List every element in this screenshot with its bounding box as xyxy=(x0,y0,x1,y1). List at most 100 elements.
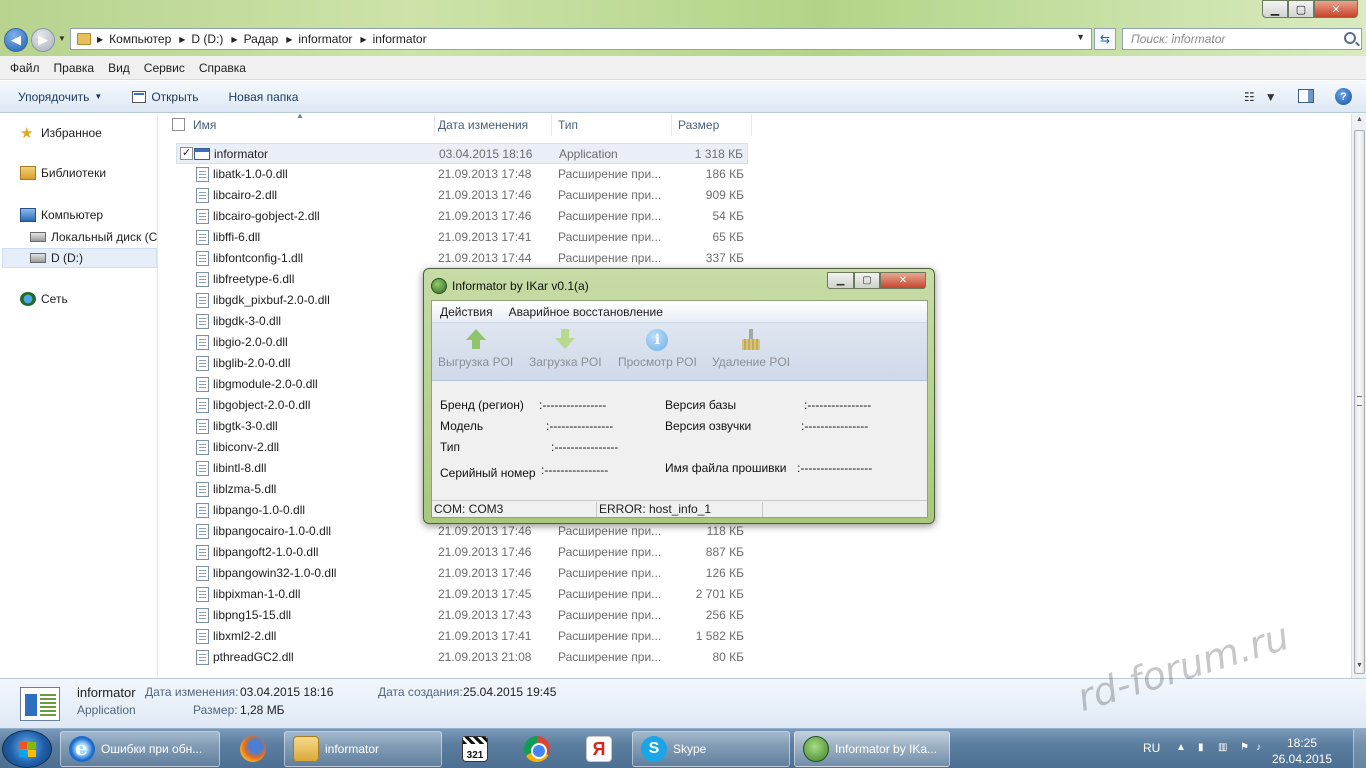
serial-value: :---------------- xyxy=(541,463,609,477)
file-date: 21.09.2013 17:46 xyxy=(438,545,532,559)
nav-computer[interactable]: Компьютер xyxy=(20,208,103,222)
file-row[interactable]: libpng15-15.dll 21.09.2013 17:43 Расширени… xyxy=(176,605,748,626)
taskbar-item-skype[interactable]: S Skype xyxy=(632,731,790,767)
taskbar-item-ie[interactable]: Ошибки при обн... xyxy=(60,731,220,767)
menu-tools[interactable]: Сервис xyxy=(144,61,185,75)
tray-expand-icon[interactable]: ▲ xyxy=(1176,742,1188,754)
forward-button[interactable]: ▶ xyxy=(31,28,55,52)
dialog-close-button[interactable]: ✕ xyxy=(880,272,926,289)
network-tray-icon[interactable]: ▥ xyxy=(1218,742,1230,754)
column-size[interactable]: Размер xyxy=(672,114,752,136)
taskbar-item-explorer[interactable]: informator xyxy=(284,731,442,767)
nav-label: Локальный диск (C xyxy=(51,230,158,244)
start-button[interactable] xyxy=(2,730,52,768)
back-button[interactable]: ◀ xyxy=(4,28,28,52)
vertical-scrollbar[interactable]: ▲ ▼ xyxy=(1351,114,1366,678)
delete-poi-button[interactable]: Удаление POI xyxy=(712,329,790,369)
view-poi-button[interactable]: i Просмотр POI xyxy=(618,329,697,369)
nav-network[interactable]: Сеть xyxy=(20,292,68,306)
column-label: Дата изменения xyxy=(438,118,529,132)
nav-d-drive[interactable]: D (D:) xyxy=(30,251,83,265)
minimize-button[interactable]: ▁ xyxy=(1262,0,1288,18)
file-name: libgdk_pixbuf-2.0-0.dll xyxy=(213,293,330,307)
file-row[interactable]: libffi-6.dll 21.09.2013 17:41 Расширение п… xyxy=(176,227,748,248)
file-row[interactable]: libxml2-2.dll 21.09.2013 17:41 Расширение … xyxy=(176,626,748,647)
file-row[interactable]: libpangocairo-1.0-0.dll 21.09.2013 17:46 Р… xyxy=(176,521,748,542)
scroll-down-icon[interactable]: ▼ xyxy=(1354,662,1365,676)
menu-help[interactable]: Справка xyxy=(199,61,246,75)
action-center-icon[interactable]: ⚑ xyxy=(1240,742,1252,754)
language-indicator[interactable]: RU xyxy=(1143,741,1160,755)
internet-explorer-icon xyxy=(69,736,95,762)
dialog-maximize-button[interactable]: ▢ xyxy=(854,272,880,289)
file-row[interactable]: libfontconfig-1.dll 21.09.2013 17:44 Расши… xyxy=(176,248,748,269)
file-date: 21.09.2013 17:46 xyxy=(438,188,532,202)
open-label: Открыть xyxy=(151,89,199,104)
breadcrumb-chevron-icon[interactable]: ▶ xyxy=(360,35,366,44)
usb-device-icon[interactable]: ▮ xyxy=(1198,742,1210,754)
menu-file[interactable]: Файл xyxy=(10,61,40,75)
library-icon xyxy=(20,166,36,180)
breadcrumb-chevron-icon[interactable]: ▶ xyxy=(286,35,292,44)
search-input[interactable]: Поиск: informator xyxy=(1122,28,1362,50)
import-poi-button[interactable]: Загрузка POI xyxy=(529,329,602,369)
preview-pane-icon[interactable] xyxy=(1298,89,1314,103)
organize-button[interactable]: Упорядочить ▼ xyxy=(18,90,102,104)
nav-local-disk-c[interactable]: Локальный диск (C xyxy=(30,230,157,244)
taskbar-item-yandex[interactable]: Я xyxy=(570,731,626,767)
file-row[interactable]: libatk-1.0-0.dll 21.09.2013 17:48 Расширен… xyxy=(176,164,748,185)
system-clock[interactable]: 18:25 26.04.2015 xyxy=(1270,735,1334,767)
column-name[interactable]: Имя xyxy=(187,114,435,136)
volume-icon[interactable]: ♪ xyxy=(1256,742,1268,754)
dialog-minimize-button[interactable]: ▁ xyxy=(827,272,854,289)
close-button[interactable]: ✕ xyxy=(1314,0,1358,18)
change-view-icon[interactable]: ☷ ▼ xyxy=(1244,90,1277,104)
help-icon[interactable]: ? xyxy=(1335,88,1352,105)
taskbar-item-mpc[interactable]: 321 xyxy=(446,731,502,767)
column-date[interactable]: Дата изменения xyxy=(432,114,552,136)
maximize-button[interactable]: ▢ xyxy=(1288,0,1314,18)
show-desktop-button[interactable] xyxy=(1353,729,1366,768)
select-all-checkbox[interactable] xyxy=(172,118,185,131)
dll-file-icon xyxy=(196,545,209,560)
history-dropdown-icon[interactable]: ▼ xyxy=(58,34,66,43)
column-type[interactable]: Тип xyxy=(552,114,672,136)
nav-favorites[interactable]: ★ Избранное xyxy=(20,124,102,142)
file-row[interactable]: pthreadGC2.dll 21.09.2013 21:08 Расширение… xyxy=(176,647,748,668)
brand-label: Бренд (регион) xyxy=(440,398,524,412)
file-name: libpango-1.0-0.dll xyxy=(213,503,306,517)
taskbar-item-firefox[interactable] xyxy=(224,731,280,767)
open-button[interactable]: Открыть xyxy=(132,90,198,104)
taskbar-item-chrome[interactable] xyxy=(508,731,564,767)
file-row[interactable]: libcairo-2.dll 21.09.2013 17:46 Расширение… xyxy=(176,185,748,206)
breadcrumb-chevron-icon[interactable]: ▶ xyxy=(231,35,237,44)
file-row[interactable]: ✓ informator 03.04.2015 18:16 Application 1 … xyxy=(176,143,748,164)
file-row[interactable]: libpixman-1-0.dll 21.09.2013 17:45 Расшире… xyxy=(176,584,748,605)
breadcrumb-item[interactable]: Радар xyxy=(244,32,279,46)
breadcrumb-item[interactable]: D (D:) xyxy=(191,32,223,46)
row-checkbox[interactable]: ✓ xyxy=(180,147,193,160)
menu-edit[interactable]: Правка xyxy=(54,61,95,75)
informator-app-icon xyxy=(431,278,447,294)
breadcrumb-chevron-icon[interactable]: ▶ xyxy=(97,35,103,44)
file-row[interactable]: libcairo-gobject-2.dll 21.09.2013 17:46 Ра… xyxy=(176,206,748,227)
menu-recovery[interactable]: Аварийное восстановление xyxy=(509,305,663,319)
scrollbar-thumb[interactable] xyxy=(1354,130,1365,674)
breadcrumb-item[interactable]: informator xyxy=(373,32,427,46)
refresh-button[interactable]: ⇆ xyxy=(1094,28,1116,50)
scroll-up-icon[interactable]: ▲ xyxy=(1354,116,1365,130)
new-folder-button[interactable]: Новая папка xyxy=(228,90,298,104)
breadcrumb-item[interactable]: informator xyxy=(298,32,352,46)
address-bar[interactable]: ▶ Компьютер ▶ D (D:) ▶ Радар ▶ informato… xyxy=(70,28,1092,50)
export-poi-button[interactable]: Выгрузка POI xyxy=(438,329,513,369)
nav-libraries[interactable]: Библиотеки xyxy=(20,166,106,180)
menu-actions[interactable]: Действия xyxy=(440,305,493,319)
menu-view[interactable]: Вид xyxy=(108,61,130,75)
address-dropdown-icon[interactable]: ▼ xyxy=(1076,32,1085,42)
taskbar-item-informator[interactable]: Informator by IKa... xyxy=(794,731,950,767)
file-row[interactable]: libpangoft2-1.0-0.dll 21.09.2013 17:46 Рас… xyxy=(176,542,748,563)
breadcrumb-chevron-icon[interactable]: ▶ xyxy=(179,35,185,44)
file-row[interactable]: libpangowin32-1.0-0.dll 21.09.2013 17:46 Р… xyxy=(176,563,748,584)
taskbar: Ошибки при обн... informator 321 Я S Skyp… xyxy=(0,728,1366,768)
breadcrumb-item[interactable]: Компьютер xyxy=(109,32,171,46)
